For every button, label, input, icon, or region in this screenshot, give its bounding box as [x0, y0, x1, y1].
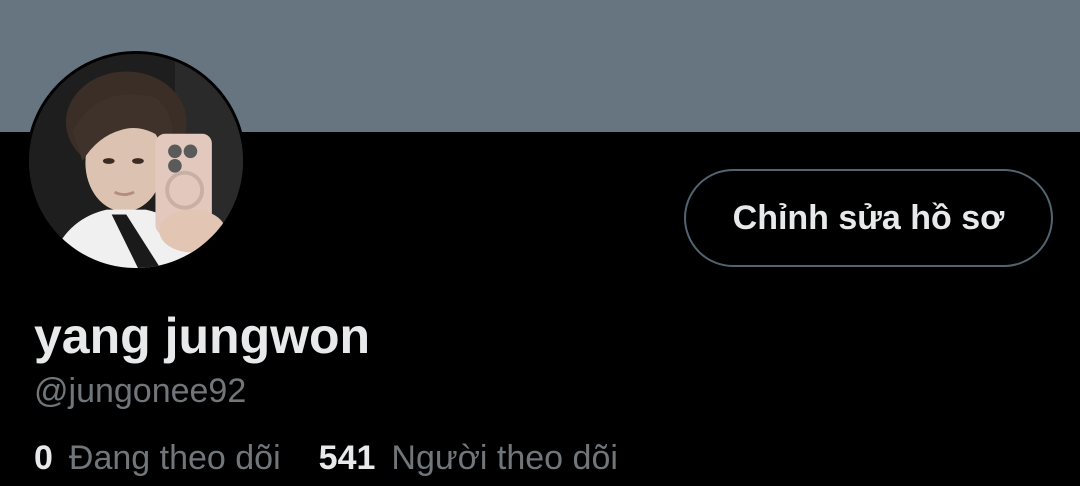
- followers-label: Người theo dõi: [391, 439, 618, 477]
- followers-link[interactable]: 541 Người theo dõi: [319, 436, 618, 480]
- follow-stats: 0 Đang theo dõi 541 Người theo dõi: [34, 436, 656, 480]
- edit-profile-button[interactable]: Chỉnh sửa hồ sơ: [684, 169, 1053, 267]
- username-handle: @jungonee92: [34, 372, 247, 410]
- followers-count: 541: [318, 439, 376, 477]
- following-link[interactable]: 0 Đang theo dõi: [34, 436, 281, 480]
- display-name: yang jungwon: [34, 308, 371, 364]
- following-label: Đang theo dõi: [68, 439, 281, 477]
- following-count: 0: [34, 439, 53, 477]
- profile-page: Chỉnh sửa hồ sơ yang jungwon @jungonee92…: [0, 0, 1080, 486]
- avatar-photo-icon: [29, 54, 243, 268]
- profile-avatar[interactable]: [26, 51, 246, 271]
